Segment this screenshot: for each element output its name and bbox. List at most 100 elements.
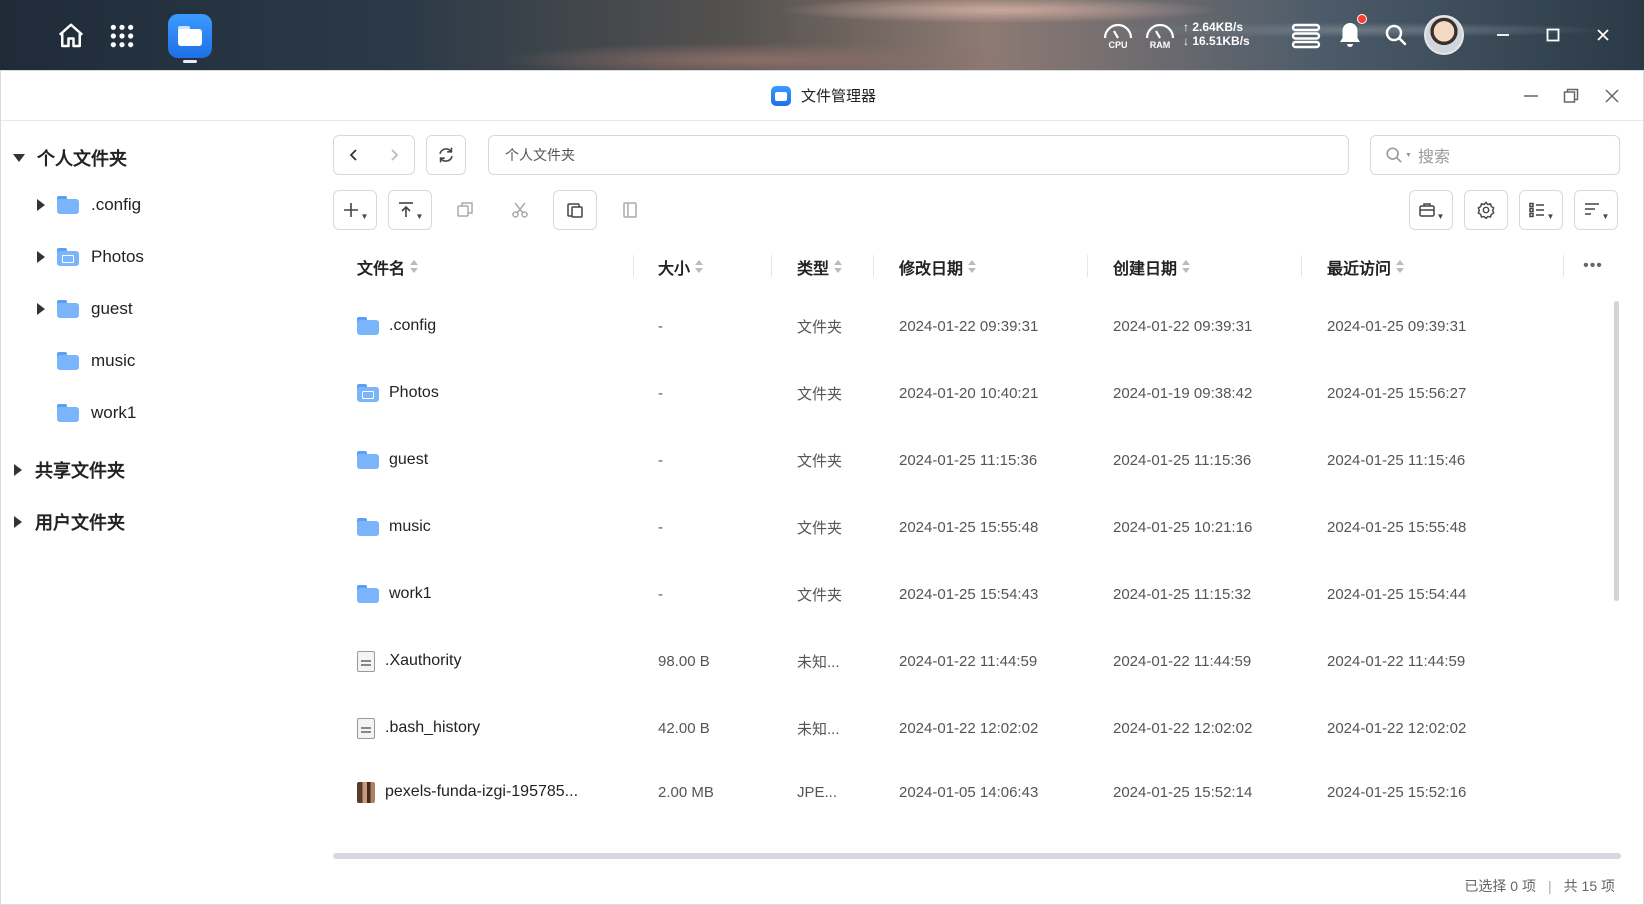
column-divider[interactable] bbox=[873, 255, 874, 277]
sort-button[interactable]: ▼ bbox=[1574, 190, 1618, 230]
search-input[interactable]: ▼ 搜索 bbox=[1370, 135, 1620, 175]
cpu-gauge-icon[interactable]: CPU bbox=[1100, 18, 1136, 54]
file-name: pexels-funda-izgi-195785... bbox=[385, 783, 579, 800]
column-divider[interactable] bbox=[1301, 255, 1302, 277]
tree-section-user[interactable]: 用户文件夹 bbox=[14, 509, 125, 535]
sidebar-item-work1[interactable]: work1 bbox=[57, 403, 136, 423]
expand-right-icon[interactable] bbox=[14, 516, 22, 528]
table-row[interactable]: .config - 文件夹 2024-01-22 09:39:31 2024-0… bbox=[333, 291, 1613, 361]
table-row[interactable]: work1 - 文件夹 2024-01-25 15:54:43 2024-01-… bbox=[333, 559, 1613, 629]
server-stack-icon[interactable] bbox=[1290, 20, 1322, 52]
modified-date: 2024-01-25 15:55:48 bbox=[899, 518, 1039, 536]
back-button[interactable] bbox=[334, 136, 374, 174]
column-divider[interactable] bbox=[633, 255, 634, 277]
column-divider[interactable] bbox=[1087, 255, 1088, 277]
table-row[interactable]: pexels-funda-izgi-195785... 2.00 MB JPE.… bbox=[333, 760, 1613, 824]
taskbar-maximize-icon[interactable] bbox=[1540, 22, 1566, 48]
column-header-name[interactable]: 文件名 bbox=[357, 255, 419, 279]
search-options-caret-icon[interactable]: ▼ bbox=[1405, 152, 1412, 159]
table-row[interactable]: .Xauthority 98.00 B 未知... 2024-01-22 11:… bbox=[333, 626, 1613, 696]
ram-gauge-icon[interactable]: RAM bbox=[1142, 18, 1178, 54]
modified-date: 2024-01-25 11:15:36 bbox=[899, 451, 1038, 469]
cut-button[interactable] bbox=[498, 190, 542, 230]
column-divider[interactable] bbox=[1563, 255, 1564, 277]
expand-right-icon[interactable] bbox=[37, 303, 45, 315]
window-restore-icon[interactable] bbox=[1558, 83, 1584, 109]
file-name-cell: .config bbox=[357, 291, 436, 361]
sidebar-item-label: Photos bbox=[91, 247, 144, 266]
sidebar-item-config[interactable]: .config bbox=[37, 195, 141, 215]
expand-right-icon[interactable] bbox=[14, 464, 22, 476]
new-button[interactable]: ▼ bbox=[333, 190, 377, 230]
accessed-date: 2024-01-22 12:02:02 bbox=[1327, 719, 1467, 737]
column-divider[interactable] bbox=[771, 255, 772, 277]
toolbox-button[interactable]: ▼ bbox=[1409, 190, 1453, 230]
refresh-button[interactable] bbox=[426, 135, 466, 175]
file-type: 未知... bbox=[797, 720, 840, 738]
modified-date: 2024-01-22 09:39:31 bbox=[899, 317, 1039, 335]
file-name: Photos bbox=[389, 384, 439, 401]
home-icon[interactable] bbox=[52, 18, 90, 54]
created-date: 2024-01-25 11:15:36 bbox=[1113, 451, 1252, 469]
path-bar[interactable]: 个人文件夹 bbox=[488, 135, 1349, 175]
view-mode-button[interactable]: ▼ bbox=[1519, 190, 1563, 230]
table-row[interactable]: .bash_history 42.00 B 未知... 2024-01-22 1… bbox=[333, 693, 1613, 763]
app-grid-icon[interactable] bbox=[104, 18, 140, 54]
column-header-modified[interactable]: 修改日期 bbox=[899, 255, 977, 279]
expand-right-icon[interactable] bbox=[37, 199, 45, 211]
accessed-date: 2024-01-25 09:39:31 bbox=[1327, 317, 1467, 335]
column-header-created[interactable]: 创建日期 bbox=[1113, 255, 1191, 279]
expand-right-icon[interactable] bbox=[37, 251, 45, 263]
file-manager-taskbar-icon[interactable] bbox=[168, 14, 212, 58]
vertical-scrollbar[interactable] bbox=[1614, 301, 1619, 601]
more-columns-icon[interactable]: ••• bbox=[1578, 251, 1608, 281]
search-icon[interactable] bbox=[1380, 19, 1412, 51]
file-name-cell: pexels-funda-izgi-195785... bbox=[357, 760, 578, 824]
active-app-indicator bbox=[183, 60, 197, 63]
user-avatar[interactable] bbox=[1424, 15, 1464, 55]
copy-button[interactable] bbox=[443, 190, 487, 230]
file-name: work1 bbox=[389, 585, 432, 602]
column-header-accessed[interactable]: 最近访问 bbox=[1327, 255, 1405, 279]
expand-down-icon[interactable] bbox=[13, 154, 25, 162]
sort-icon bbox=[834, 260, 843, 274]
table-row[interactable]: Photos - 文件夹 2024-01-20 10:40:21 2024-01… bbox=[333, 358, 1613, 428]
folder-icon bbox=[57, 404, 79, 422]
taskbar-minimize-icon[interactable] bbox=[1490, 22, 1516, 48]
sort-icon bbox=[695, 260, 704, 274]
tree-section-personal[interactable]: 个人文件夹 bbox=[13, 145, 127, 171]
notification-badge bbox=[1357, 14, 1367, 24]
settings-button[interactable] bbox=[1464, 190, 1508, 230]
file-size: - bbox=[658, 518, 663, 536]
sidebar-item-photos[interactable]: Photos bbox=[37, 247, 144, 267]
network-speed: ↑ 2.64KB/s ↓ 16.51KB/s bbox=[1183, 20, 1250, 48]
column-header-label: 创建日期 bbox=[1113, 261, 1178, 278]
file-name-cell: guest bbox=[357, 425, 428, 495]
window-minimize-icon[interactable] bbox=[1518, 83, 1544, 109]
cpu-label: CPU bbox=[1108, 40, 1128, 50]
modified-date: 2024-01-22 11:44:59 bbox=[899, 652, 1038, 670]
window-close-icon[interactable] bbox=[1599, 83, 1625, 109]
file-type: 文件夹 bbox=[797, 318, 843, 336]
tree-section-shared[interactable]: 共享文件夹 bbox=[14, 457, 125, 483]
table-row[interactable]: guest - 文件夹 2024-01-25 11:15:36 2024-01-… bbox=[333, 425, 1613, 495]
forward-button[interactable] bbox=[374, 136, 414, 174]
upload-button[interactable]: ▼ bbox=[388, 190, 432, 230]
file-manager-window: 文件管理器 个人文件夹 .config Photos guest music w… bbox=[0, 70, 1644, 905]
column-header-label: 类型 bbox=[797, 261, 830, 278]
column-header-label: 最近访问 bbox=[1327, 261, 1392, 278]
column-header-type[interactable]: 类型 bbox=[797, 255, 843, 279]
compress-button[interactable] bbox=[608, 190, 652, 230]
total-count: 共 15 项 bbox=[1563, 878, 1615, 894]
table-row[interactable]: music - 文件夹 2024-01-25 15:55:48 2024-01-… bbox=[333, 492, 1613, 562]
sidebar-item-music[interactable]: music bbox=[57, 351, 135, 371]
sidebar-item-guest[interactable]: guest bbox=[37, 299, 133, 319]
column-header-size[interactable]: 大小 bbox=[658, 255, 704, 279]
taskbar-close-icon[interactable] bbox=[1590, 22, 1616, 48]
paste-button[interactable] bbox=[553, 190, 597, 230]
horizontal-scrollbar[interactable] bbox=[333, 853, 1621, 859]
user-folders-label: 用户文件夹 bbox=[35, 513, 125, 533]
file-name-cell: music bbox=[357, 492, 431, 562]
accessed-date: 2024-01-25 11:15:46 bbox=[1327, 451, 1466, 469]
file-size: - bbox=[658, 384, 663, 402]
